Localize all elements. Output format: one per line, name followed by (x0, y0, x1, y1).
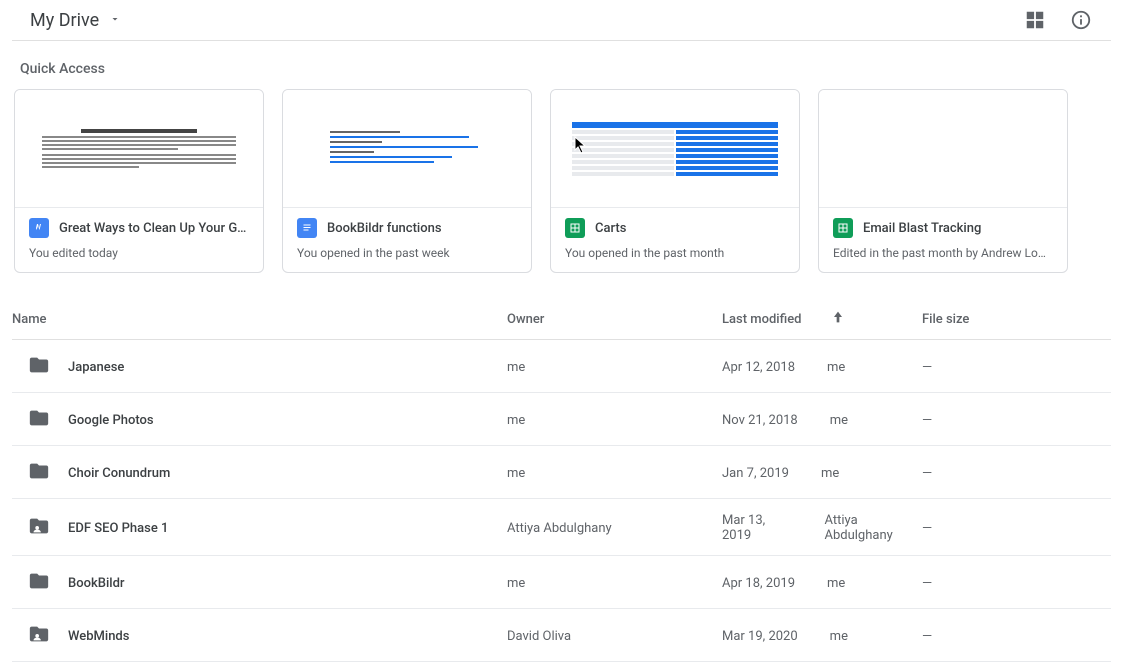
location-header: My Drive (12, 0, 1111, 41)
file-size: — (922, 360, 1111, 375)
file-name: BookBildr (68, 576, 125, 591)
table-row[interactable]: BookBildr meApr 18, 2019me— (12, 556, 1111, 609)
quick-access-row: Great Ways to Clean Up Your G… You edite… (0, 89, 1123, 273)
file-size: — (922, 466, 1111, 481)
file-title: Email Blast Tracking (863, 221, 981, 236)
file-size: — (922, 576, 1111, 591)
folder-icon (28, 407, 50, 433)
sort-ascending-icon (830, 309, 846, 329)
grid-view-icon[interactable] (1023, 8, 1047, 32)
file-title: Carts (595, 221, 626, 236)
file-subtitle: Edited in the past month by Andrew Lo… (833, 246, 1055, 260)
file-owner: me (507, 413, 722, 428)
file-thumbnail (283, 90, 531, 208)
quick-access-card[interactable]: Great Ways to Clean Up Your G… You edite… (14, 89, 264, 273)
file-size: — (922, 629, 1111, 644)
folder-icon (28, 570, 50, 596)
quick-access-card[interactable]: BookBildr functions You opened in the pa… (282, 89, 532, 273)
column-header-owner[interactable]: Owner (507, 312, 722, 327)
table-row[interactable]: EDF SEO Phase 1 Attiya AbdulghanyMar 13, … (12, 499, 1111, 556)
file-size: — (922, 521, 1111, 536)
folder-icon (28, 460, 50, 486)
table-row[interactable]: Japanese meApr 12, 2018me— (12, 340, 1111, 393)
file-owner: David Oliva (507, 629, 722, 644)
file-thumbnail (819, 90, 1067, 208)
chevron-down-icon (109, 13, 121, 28)
google-doc-icon (297, 218, 317, 238)
breadcrumb[interactable]: My Drive (30, 10, 121, 31)
table-header-row: Name Owner Last modified File size (12, 299, 1111, 340)
word-doc-icon (29, 218, 49, 238)
file-owner: me (507, 466, 722, 481)
file-modified: Apr 12, 2018me (722, 360, 922, 375)
file-subtitle: You opened in the past month (565, 246, 787, 260)
file-name: Google Photos (68, 413, 154, 428)
file-modified: Mar 13, 2019Attiya Abdulghany (722, 513, 922, 543)
google-sheet-icon (565, 218, 585, 238)
file-name: EDF SEO Phase 1 (68, 521, 168, 536)
breadcrumb-title: My Drive (30, 10, 99, 31)
file-modified: Mar 19, 2020me (722, 629, 922, 644)
file-name: Japanese (68, 360, 124, 375)
folder-icon (28, 354, 50, 380)
quick-access-card[interactable]: Email Blast Tracking Edited in the past … (818, 89, 1068, 273)
table-row[interactable]: Choir Conundrum meJan 7, 2019me— (12, 446, 1111, 499)
file-modified: Apr 18, 2019me (722, 576, 922, 591)
info-icon[interactable] (1069, 8, 1093, 32)
file-modified: Nov 21, 2018me (722, 413, 922, 428)
shared-folder-icon (28, 515, 50, 541)
table-row[interactable]: WebMinds David OlivaMar 19, 2020me— (12, 609, 1111, 662)
column-header-modified[interactable]: Last modified (722, 309, 922, 329)
file-owner: me (507, 360, 722, 375)
column-header-size[interactable]: File size (922, 312, 1111, 327)
file-owner: Attiya Abdulghany (507, 521, 722, 536)
file-subtitle: You edited today (29, 246, 251, 260)
google-sheet-icon (833, 218, 853, 238)
file-title: Great Ways to Clean Up Your G… (59, 221, 246, 236)
column-header-name[interactable]: Name (12, 312, 507, 327)
file-table: Name Owner Last modified File size Japan… (0, 299, 1123, 662)
file-thumbnail (551, 90, 799, 208)
shared-folder-icon (28, 623, 50, 649)
table-row[interactable]: Google Photos meNov 21, 2018me— (12, 393, 1111, 446)
quick-access-label: Quick Access (20, 61, 1123, 77)
file-modified: Jan 7, 2019me (722, 466, 922, 481)
file-subtitle: You opened in the past week (297, 246, 519, 260)
file-size: — (922, 413, 1111, 428)
file-name: Choir Conundrum (68, 466, 170, 481)
file-owner: me (507, 576, 722, 591)
header-actions (1023, 8, 1093, 32)
quick-access-card[interactable]: Carts You opened in the past month (550, 89, 800, 273)
file-name: WebMinds (68, 629, 129, 644)
file-thumbnail (15, 90, 263, 208)
file-title: BookBildr functions (327, 221, 442, 236)
